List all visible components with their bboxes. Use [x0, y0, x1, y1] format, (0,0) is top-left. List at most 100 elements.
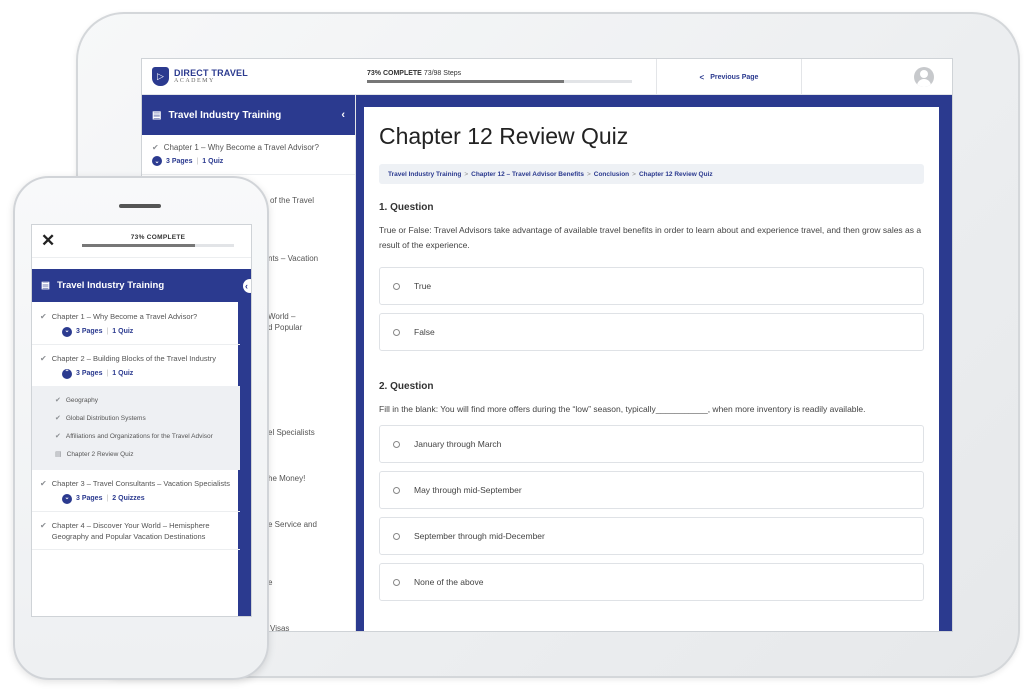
progress-fill	[367, 80, 565, 83]
sidebar-item-label: Chapter 3 – Travel Consultants – Vacatio…	[51, 479, 230, 488]
topic-label: Geography	[65, 397, 99, 404]
top-bar: ▷ DIRECT TRAVEL ACADEMY 73% COMPLETE 73/…	[142, 59, 952, 95]
chevron-down-icon[interactable]: ⌄	[62, 326, 72, 337]
sidebar-item-label: Chapter 4 – Discover Your World – Hemisp…	[51, 521, 210, 541]
answer-label: False	[414, 327, 435, 337]
quiz-doc-icon: ▤	[55, 451, 62, 458]
quiz-item[interactable]: ▤ Chapter 2 Review Quiz	[32, 446, 240, 464]
phone-screen: ✕ 73% COMPLETE ▤ Travel Industry Trainin…	[31, 224, 252, 617]
quiz-count: 1 Quiz	[202, 157, 224, 165]
sidebar-item-peek[interactable]: he Money!	[268, 474, 305, 483]
radio-icon[interactable]	[393, 440, 400, 448]
logo[interactable]: ▷ DIRECT TRAVEL ACADEMY	[152, 67, 248, 86]
topic-item[interactable]: ✔ Affiliations and Organizations for the…	[32, 428, 240, 446]
logo-icon: ▷	[152, 67, 169, 86]
avatar[interactable]	[914, 67, 934, 87]
chevron-left-icon: <	[699, 72, 705, 82]
breadcrumb-item[interactable]: Chapter 12 – Travel Advisor Benefits	[471, 171, 584, 178]
question-2: 2. Question Fill in the blank: You will …	[379, 381, 924, 601]
check-circle-icon: ✔	[152, 143, 159, 152]
chevron-left-icon[interactable]: ‹	[243, 279, 251, 293]
sidebar-item-chapter-3[interactable]: ✔ Chapter 3 – Travel Consultants – Vacat…	[32, 470, 240, 512]
progress-percent: 73% COMPLETE	[367, 70, 422, 77]
chevron-up-icon[interactable]: ⌃	[62, 368, 72, 379]
breadcrumb-item[interactable]: Travel Industry Training	[388, 171, 461, 178]
question-heading: 1. Question	[379, 202, 434, 213]
phone-sidebar-header: ▤ Travel Industry Training ‹	[32, 269, 251, 302]
pages-count: 3 Pages	[76, 370, 103, 377]
quiz-content: Chapter 12 Review Quiz Travel Industry T…	[364, 107, 939, 631]
topic-item[interactable]: ✔ Geography	[32, 392, 240, 410]
logo-subtitle: ACADEMY	[174, 77, 215, 84]
question-1: 1. Question True or False: Travel Adviso…	[379, 202, 924, 351]
sidebar-item-peek[interactable]: World –	[268, 312, 295, 321]
breadcrumb-item[interactable]: Conclusion	[594, 171, 629, 178]
collapse-sidebar-icon[interactable]: ‹	[341, 109, 345, 121]
answer-option[interactable]: None of the above	[379, 563, 924, 601]
sidebar-item-chapter-1[interactable]: ✔ Chapter 1 – Why Become a Travel Adviso…	[142, 135, 355, 175]
quiz-label: Chapter 2 Review Quiz	[66, 451, 134, 458]
check-circle-icon: ✔	[40, 479, 47, 488]
radio-icon[interactable]	[393, 532, 400, 540]
topic-label: Global Distribution Systems	[65, 415, 146, 422]
topic-item[interactable]: ✔ Global Distribution Systems	[32, 410, 240, 428]
question-text: True or False: Travel Advisors take adva…	[379, 225, 922, 250]
sidebar-item-peek[interactable]: e Service and	[268, 520, 317, 529]
chevron-down-icon[interactable]: ⌄	[62, 493, 72, 504]
pages-count: 3 Pages	[76, 495, 103, 502]
course-progress: 73% COMPLETE 73/98 Steps	[367, 70, 632, 83]
radio-icon[interactable]	[393, 282, 400, 290]
question-text: Fill in the blank: You will find more of…	[379, 404, 866, 414]
progress-fill	[82, 244, 196, 247]
sidebar-item-peek[interactable]: Visas	[270, 624, 289, 633]
breadcrumb: Travel Industry Training > Chapter 12 – …	[379, 164, 924, 184]
answer-label: May through mid-September	[414, 485, 522, 495]
check-circle-icon: ✔	[40, 354, 47, 363]
answer-label: September through mid-December	[414, 531, 545, 541]
answer-label: None of the above	[414, 577, 484, 587]
quiz-count: 1 Quiz	[112, 328, 134, 335]
page-title: Chapter 12 Review Quiz	[379, 123, 629, 149]
question-heading: 2. Question	[379, 381, 434, 392]
answer-option[interactable]: False	[379, 313, 924, 351]
progress-track	[82, 244, 234, 247]
topic-label: Affiliations and Organizations for the T…	[65, 433, 213, 440]
sidebar-item-peek[interactable]: el Specialists	[268, 428, 315, 437]
sidebar-item-chapter-4[interactable]: ✔ Chapter 4 – Discover Your World – Hemi…	[32, 512, 240, 550]
close-icon[interactable]: ✕	[41, 231, 55, 251]
progress-percent: 73% COMPLETE	[130, 234, 186, 241]
answer-option[interactable]: September through mid-December	[379, 517, 924, 555]
document-icon: ▤	[41, 280, 50, 291]
user-icon-body	[917, 79, 931, 87]
sidebar-item-chapter-2[interactable]: ✔ Chapter 2 – Building Blocks of the Tra…	[32, 345, 240, 386]
progress-steps: 73/98 Steps	[423, 70, 462, 77]
phone-progress: 73% COMPLETE	[82, 234, 234, 247]
radio-icon[interactable]	[393, 578, 400, 586]
answer-option[interactable]: True	[379, 267, 924, 305]
answer-option[interactable]: May through mid-September	[379, 471, 924, 509]
sidebar-item-label: Chapter 2 – Building Blocks of the Trave…	[51, 354, 216, 363]
radio-icon[interactable]	[393, 486, 400, 494]
answer-label: True	[414, 281, 432, 291]
sidebar-item-chapter-1[interactable]: ✔ Chapter 1 – Why Become a Travel Adviso…	[32, 303, 240, 345]
check-circle-icon: ✔	[55, 397, 61, 404]
pages-count: 3 Pages	[76, 328, 103, 335]
check-circle-icon: ✔	[55, 415, 61, 422]
sidebar-item-peek[interactable]: nts – Vacation	[268, 254, 318, 263]
answer-label: January through March	[414, 439, 502, 449]
document-icon: ▤	[152, 109, 162, 121]
phone-speaker	[119, 204, 161, 208]
quiz-count: 2 Quizzes	[112, 495, 145, 502]
previous-page-button[interactable]: < Previous Page	[656, 59, 802, 95]
sidebar-item-peek[interactable]: d Popular	[268, 323, 302, 332]
sidebar-item-label: Chapter 1 – Why Become a Travel Advisor?	[163, 143, 319, 152]
breadcrumb-item[interactable]: Chapter 12 Review Quiz	[639, 171, 713, 178]
phone-chapter-list: ✔ Chapter 1 – Why Become a Travel Adviso…	[32, 303, 240, 550]
radio-icon[interactable]	[393, 328, 400, 336]
pages-count: 3 Pages	[166, 157, 193, 165]
answer-option[interactable]: January through March	[379, 425, 924, 463]
chevron-down-icon[interactable]: ⌄	[152, 156, 162, 166]
progress-track	[367, 80, 632, 83]
check-circle-icon: ✔	[40, 312, 47, 321]
sidebar-item-peek[interactable]: of the Travel	[270, 196, 314, 205]
